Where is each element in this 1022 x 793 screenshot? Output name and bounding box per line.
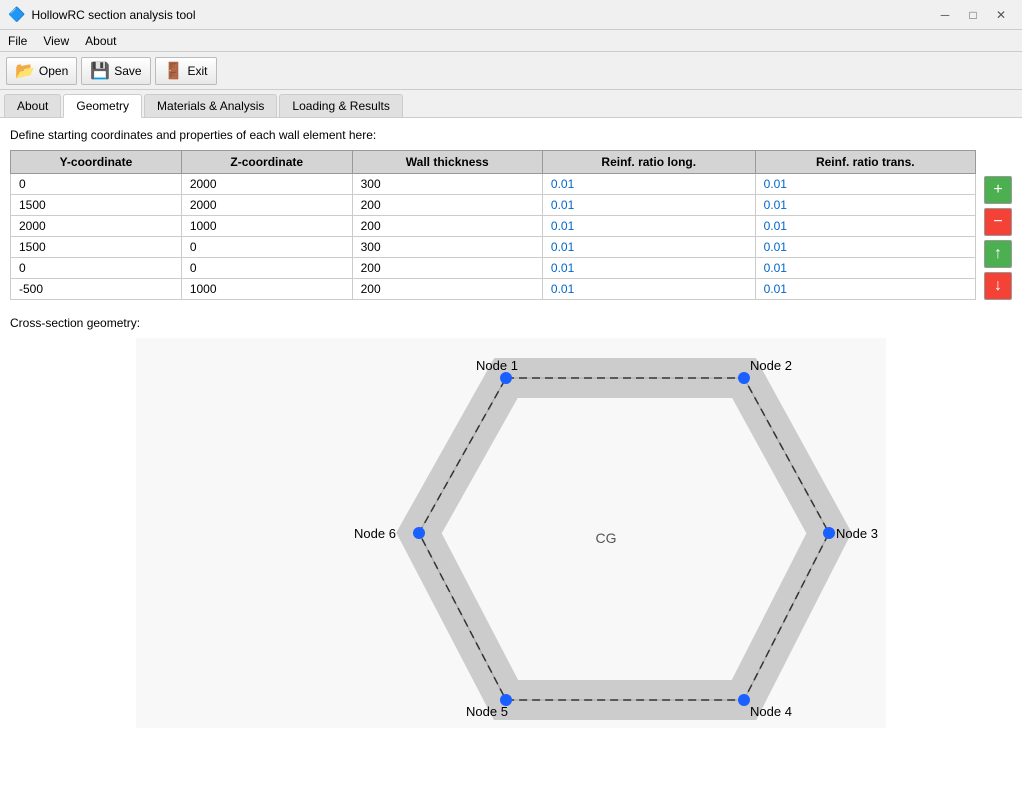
menu-view[interactable]: View [35, 32, 77, 50]
table-row[interactable]: 1500 0 300 0.01 0.01 [11, 237, 976, 258]
row-buttons: + − ↑ ↓ [984, 150, 1012, 300]
geometry-label: Cross-section geometry: [10, 316, 1012, 330]
exit-button[interactable]: 🚪 Exit [155, 57, 217, 85]
tab-loading[interactable]: Loading & Results [279, 94, 402, 117]
title-bar-left: 🔷 HollowRC section analysis tool [8, 6, 196, 23]
cg-label: CG [596, 530, 617, 546]
node-2-dot [738, 372, 750, 384]
node-6-label: Node 6 [354, 526, 396, 541]
col-header-z: Z-coordinate [181, 151, 352, 174]
node-2-label: Node 2 [750, 358, 792, 373]
table-row[interactable]: 1500 2000 200 0.01 0.01 [11, 195, 976, 216]
maximize-button[interactable]: □ [960, 4, 986, 26]
save-icon: 💾 [90, 61, 110, 81]
node-1-label: Node 1 [476, 358, 518, 373]
node-3-label: Node 3 [836, 526, 878, 541]
tab-bar: About Geometry Materials & Analysis Load… [0, 90, 1022, 118]
save-button[interactable]: 💾 Save [81, 57, 150, 85]
exit-label: Exit [187, 64, 207, 78]
tab-about[interactable]: About [4, 94, 61, 117]
section-description: Define starting coordinates and properti… [10, 128, 1012, 142]
toolbar: 📂 Open 💾 Save 🚪 Exit [0, 52, 1022, 90]
geometry-svg: Node 1 Node 2 Node 3 Node 4 Node 5 Node … [136, 338, 886, 728]
col-header-rl: Reinf. ratio long. [542, 151, 755, 174]
remove-row-button[interactable]: − [984, 208, 1012, 236]
title-controls: ─ □ ✕ [932, 4, 1014, 26]
col-header-y: Y-coordinate [11, 151, 182, 174]
close-button[interactable]: ✕ [988, 4, 1014, 26]
table-row[interactable]: 2000 1000 200 0.01 0.01 [11, 216, 976, 237]
tab-geometry[interactable]: Geometry [63, 94, 142, 118]
menu-file[interactable]: File [0, 32, 35, 50]
title-bar: 🔷 HollowRC section analysis tool ─ □ ✕ [0, 0, 1022, 30]
exit-icon: 🚪 [164, 61, 184, 81]
main-content: Define starting coordinates and properti… [0, 118, 1022, 793]
add-row-button[interactable]: + [984, 176, 1012, 204]
canvas-area: Node 1 Node 2 Node 3 Node 4 Node 5 Node … [10, 338, 1012, 728]
node-1-dot [500, 372, 512, 384]
tab-materials[interactable]: Materials & Analysis [144, 94, 277, 117]
table-row[interactable]: 0 2000 300 0.01 0.01 [11, 174, 976, 195]
node-4-label: Node 4 [750, 704, 792, 719]
open-label: Open [39, 64, 68, 78]
col-header-t: Wall thickness [352, 151, 542, 174]
app-icon: 🔷 [8, 6, 25, 23]
node-4-dot [738, 694, 750, 706]
wall-table: Y-coordinate Z-coordinate Wall thickness… [10, 150, 976, 300]
move-down-button[interactable]: ↓ [984, 272, 1012, 300]
col-header-rt: Reinf. ratio trans. [755, 151, 975, 174]
open-button[interactable]: 📂 Open [6, 57, 77, 85]
menu-about[interactable]: About [77, 32, 124, 50]
save-label: Save [114, 64, 141, 78]
node-5-label: Node 5 [466, 704, 508, 719]
app-title: HollowRC section analysis tool [31, 8, 195, 22]
minimize-button[interactable]: ─ [932, 4, 958, 26]
node-6-dot [413, 527, 425, 539]
node-3-dot [823, 527, 835, 539]
table-row[interactable]: -500 1000 200 0.01 0.01 [11, 279, 976, 300]
geometry-section: Cross-section geometry: [10, 316, 1012, 728]
open-icon: 📂 [15, 61, 35, 81]
table-row[interactable]: 0 0 200 0.01 0.01 [11, 258, 976, 279]
menu-bar: File View About [0, 30, 1022, 52]
move-up-button[interactable]: ↑ [984, 240, 1012, 268]
table-container: Y-coordinate Z-coordinate Wall thickness… [10, 150, 1012, 300]
